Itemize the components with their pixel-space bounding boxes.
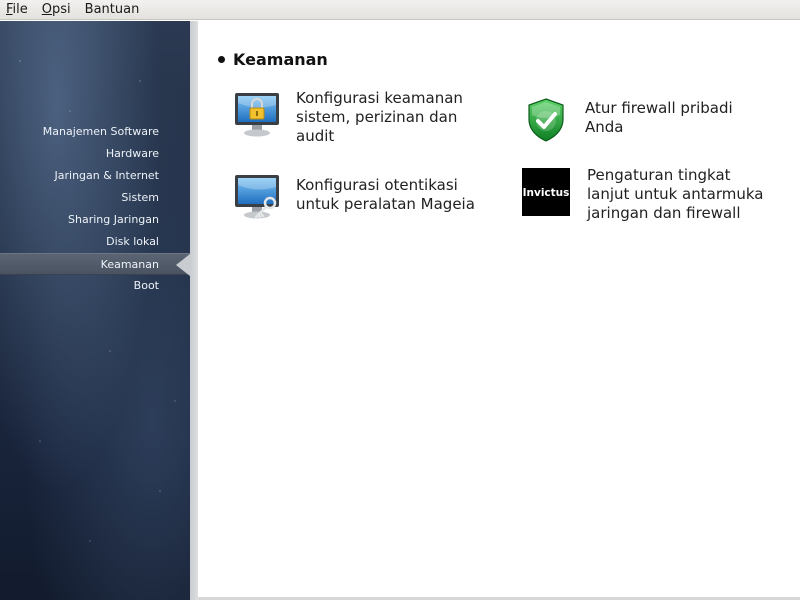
- menu-file[interactable]: File: [0, 0, 35, 20]
- monitor-lock-icon: [235, 93, 279, 137]
- tool-label: Konfigurasi otentikasi untuk peralatan M…: [296, 176, 475, 213]
- tool-label: Atur firewall pribadi Anda: [585, 99, 733, 136]
- monitor-key-icon: [235, 175, 279, 219]
- invictus-logo-icon: Invictus: [522, 168, 570, 216]
- bullet-icon: [218, 56, 225, 63]
- main-panel: Keamanan Konfigurasi keamanan sistem, pe…: [198, 21, 800, 600]
- sidebar-item-hardware[interactable]: Hardware: [0, 143, 190, 165]
- sidebar-item-manajemen-software[interactable]: Manajemen Software: [0, 121, 190, 143]
- menu-bar: File Opsi Bantuan: [0, 0, 800, 20]
- sidebar-item-jaringan-internet[interactable]: Jaringan & Internet: [0, 165, 190, 187]
- tool-label: Konfigurasi keamanan sistem, perizinan d…: [296, 89, 463, 145]
- tool-security-config[interactable]: Konfigurasi keamanan sistem, perizinan d…: [232, 89, 486, 146]
- tool-authentication-config[interactable]: Konfigurasi otentikasi untuk peralatan M…: [232, 171, 496, 221]
- tool-advanced-firewall[interactable]: Invictus Pengaturan tingkat lanjut untuk…: [521, 166, 777, 223]
- sidebar: Manajemen Software Hardware Jaringan & I…: [0, 21, 190, 600]
- sidebar-item-boot[interactable]: Boot: [0, 275, 190, 297]
- panel-divider: [190, 21, 198, 600]
- sidebar-background: [0, 21, 190, 600]
- sidebar-item-sharing-jaringan[interactable]: Sharing Jaringan: [0, 209, 190, 231]
- sidebar-item-keamanan[interactable]: Keamanan: [0, 253, 190, 276]
- sidebar-item-disk-lokal[interactable]: Disk lokal: [0, 231, 190, 253]
- section-title: Keamanan: [218, 50, 328, 69]
- tool-personal-firewall[interactable]: Atur firewall pribadi Anda: [521, 95, 755, 145]
- menu-bantuan[interactable]: Bantuan: [78, 0, 147, 20]
- shield-check-icon: [528, 98, 564, 142]
- sidebar-item-sistem[interactable]: Sistem: [0, 187, 190, 209]
- svg-text:Invictus: Invictus: [523, 187, 570, 199]
- menu-opsi[interactable]: Opsi: [35, 0, 78, 20]
- sidebar-nav: Manajemen Software Hardware Jaringan & I…: [0, 121, 190, 297]
- tool-label: Pengaturan tingkat lanjut untuk antarmuk…: [587, 166, 764, 222]
